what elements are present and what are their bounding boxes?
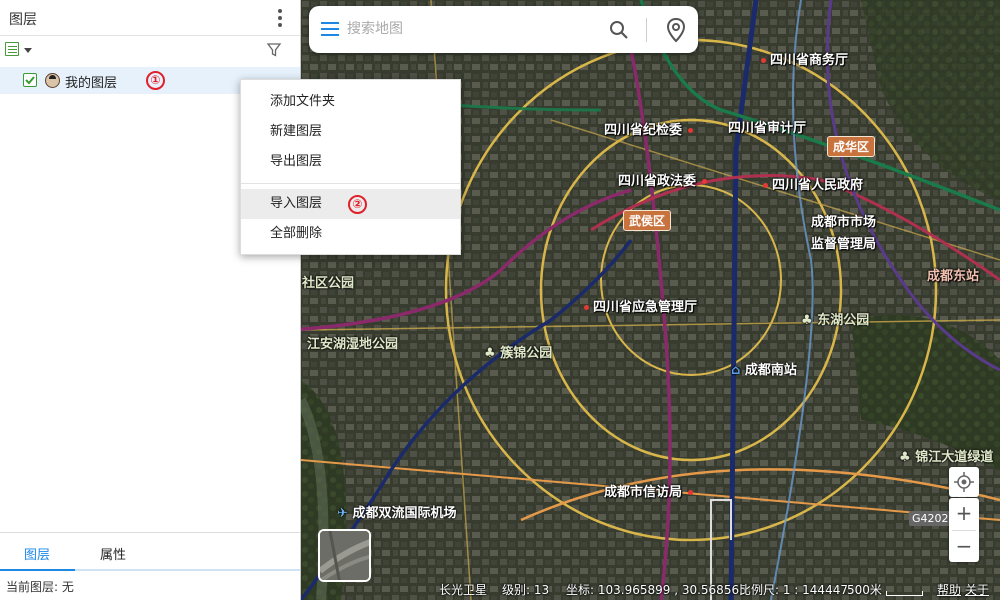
park-label[interactable]: ♣ 东湖公园 bbox=[801, 309, 869, 328]
zoom-level: 级别: 13 bbox=[502, 583, 550, 597]
step-marker-1: ① bbox=[146, 71, 165, 90]
zoom-control: + − bbox=[949, 498, 979, 562]
menu-item-new-layer[interactable]: 新建图层 bbox=[241, 117, 460, 147]
district-label[interactable]: 武侯区 bbox=[623, 210, 672, 231]
scale-distance: 500米 bbox=[847, 583, 882, 597]
location-pin-icon[interactable] bbox=[665, 17, 687, 43]
basemap-switcher[interactable] bbox=[318, 529, 371, 582]
locate-button[interactable] bbox=[949, 467, 979, 497]
scale-ratio: 比例尺: 1 : 144447 bbox=[739, 583, 848, 597]
map-statusbar: 长光卫星 级别: 13 坐标: 103.965899 , 30.568565 比… bbox=[301, 578, 1000, 600]
park-label[interactable]: ♣ 簇锦公园 bbox=[484, 342, 552, 361]
zoom-in-button[interactable]: + bbox=[949, 498, 979, 530]
menu-item-delete-all[interactable]: 全部删除 bbox=[241, 219, 460, 249]
menu-item-export-layer[interactable]: 导出图层 bbox=[241, 147, 460, 177]
more-options-icon[interactable] bbox=[270, 6, 290, 30]
panel-header: 图层 bbox=[0, 0, 300, 36]
current-layer-status: 当前图层: 无 bbox=[6, 580, 74, 594]
tab-layers[interactable]: 图层 bbox=[24, 544, 50, 563]
search-input[interactable] bbox=[347, 16, 587, 42]
park-label[interactable]: 社区公园 bbox=[302, 272, 354, 291]
imagery-source: 长光卫星 bbox=[439, 583, 488, 597]
poi-label[interactable]: 四川省商务厅 bbox=[761, 49, 848, 68]
panel-toolbar bbox=[0, 37, 300, 65]
park-label[interactable]: 江安湖湿地公园 bbox=[307, 333, 398, 352]
poi-label[interactable]: 监督管理局 bbox=[811, 233, 876, 252]
poi-label[interactable]: 四川省纪检委 bbox=[604, 119, 697, 138]
panel-tabs: 图层 属性 bbox=[0, 532, 300, 571]
tab-properties[interactable]: 属性 bbox=[100, 544, 126, 563]
district-label[interactable]: 成华区 bbox=[827, 136, 876, 157]
menu-divider bbox=[241, 183, 460, 184]
station-label[interactable]: ⌂ 成都南站 bbox=[731, 359, 797, 378]
search-box bbox=[309, 6, 698, 53]
zoom-out-button[interactable]: − bbox=[949, 531, 979, 563]
layer-checkbox[interactable] bbox=[23, 73, 37, 87]
airport-label[interactable]: ✈ 成都双流国际机场 bbox=[337, 502, 456, 521]
crosshair-icon bbox=[954, 472, 974, 492]
poi-label[interactable]: 四川省审计厅 bbox=[728, 117, 806, 136]
layer-list-icon[interactable] bbox=[5, 42, 19, 56]
park-label[interactable]: ♣ 锦江大道绿道 bbox=[899, 446, 993, 465]
filter-icon[interactable] bbox=[266, 42, 282, 58]
chevron-down-icon[interactable] bbox=[24, 48, 32, 53]
menu-item-import-layer[interactable]: 导入图层 ② bbox=[241, 189, 460, 219]
divider bbox=[646, 18, 647, 42]
coordinates: 坐标: 103.965899 , 30.568565 bbox=[566, 583, 747, 597]
avatar bbox=[45, 73, 60, 88]
station-label[interactable]: 成都东站 bbox=[927, 265, 979, 284]
poi-label[interactable]: 成都市市场 bbox=[811, 211, 876, 230]
scale-bar bbox=[886, 591, 923, 596]
panel-title: 图层 bbox=[9, 12, 37, 28]
step-marker-2: ② bbox=[348, 195, 367, 214]
menu-item-label: 导入图层 bbox=[270, 196, 323, 211]
menu-item-add-folder[interactable]: 添加文件夹 bbox=[241, 87, 460, 117]
menu-icon[interactable] bbox=[321, 22, 339, 36]
layer-label: 我的图层 bbox=[65, 76, 118, 91]
help-link[interactable]: 帮助 bbox=[937, 581, 961, 598]
search-icon[interactable] bbox=[608, 19, 630, 41]
poi-label[interactable]: 成都市信访局 bbox=[604, 481, 697, 500]
layer-context-menu: 添加文件夹 新建图层 导出图层 导入图层 ② 全部删除 bbox=[240, 79, 461, 255]
poi-label[interactable]: 四川省政法委 bbox=[618, 170, 711, 189]
about-link[interactable]: 关于 bbox=[965, 581, 989, 598]
road-badge: G4202 bbox=[909, 511, 952, 526]
poi-label[interactable]: 四川省应急管理厅 bbox=[584, 296, 697, 315]
poi-label[interactable]: 四川省人民政府 bbox=[763, 174, 863, 193]
tab-indicator bbox=[0, 569, 300, 571]
